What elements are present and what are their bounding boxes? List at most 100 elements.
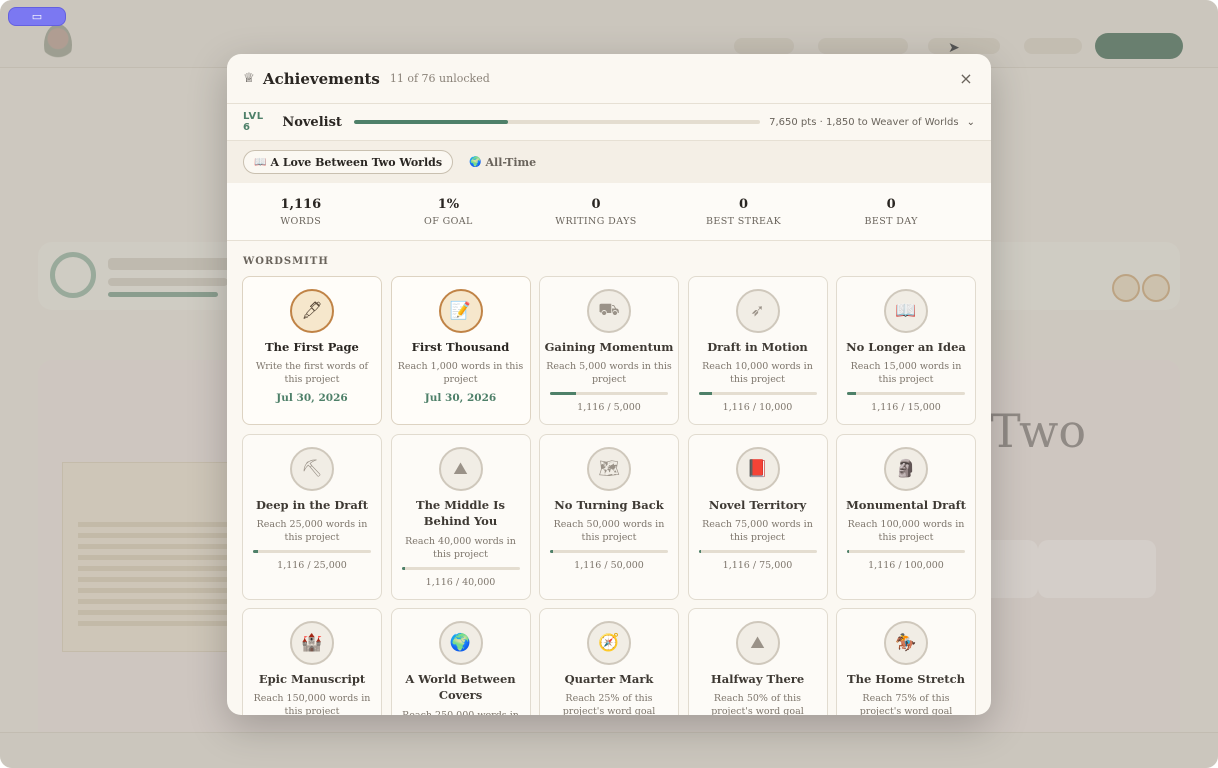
achievement-description: Reach 100,000 words in this project bbox=[847, 519, 965, 543]
achievement-progress-text: 1,116 / 10,000 bbox=[722, 402, 793, 413]
achievement-title: Halfway There bbox=[710, 672, 805, 686]
achievement-description: Reach 75,000 words in this project bbox=[702, 519, 813, 543]
achievement-card[interactable]: ⛏ Deep in the Draft Reach 25,000 words in … bbox=[242, 434, 382, 600]
achievement-description: Reach 75% of this project's word goal bbox=[859, 693, 953, 715]
achievement-title: The First Page bbox=[265, 340, 359, 354]
level-row[interactable]: LVL 6 Novelist 7,650 pts · 1,850 to Weav… bbox=[227, 104, 991, 141]
scope-alltime-button[interactable]: 🌍 All-Time bbox=[469, 156, 536, 169]
achievement-progress-fill bbox=[253, 550, 259, 553]
achievement-progress-fill bbox=[550, 392, 577, 395]
achievement-description: Reach 5,000 words in this project bbox=[546, 361, 672, 385]
achievement-progress-track bbox=[401, 567, 520, 570]
section-title: WORDSMITH bbox=[243, 256, 329, 267]
achievement-description: Reach 40,000 words in this project bbox=[405, 536, 516, 560]
achievement-badge-icon: ⛏ bbox=[290, 447, 334, 491]
achievement-title: Quarter Mark bbox=[564, 672, 654, 686]
chevron-down-icon[interactable]: ⌄ bbox=[967, 117, 975, 128]
achievement-progress-fill bbox=[847, 550, 850, 553]
achievement-badge-icon: 📝 bbox=[438, 289, 483, 333]
achievement-card[interactable]: 📖 No Longer an Idea Reach 15,000 words in … bbox=[836, 276, 976, 425]
achievement-card[interactable]: 📕 Novel Territory Reach 75,000 words in th… bbox=[687, 434, 828, 600]
achievement-badge-icon: ⛰ bbox=[438, 447, 483, 491]
achievement-description: Reach 10,000 words in this project bbox=[702, 361, 813, 385]
achievement-title: Gaining Momentum bbox=[544, 340, 674, 354]
achievement-badge-icon: 🧭 bbox=[587, 621, 631, 665]
close-icon[interactable]: × bbox=[957, 70, 975, 88]
achievement-progress-text: 1,116 / 50,000 bbox=[574, 560, 644, 571]
achievement-badge-icon: 📕 bbox=[735, 447, 780, 491]
achievement-title: First Thousand bbox=[411, 340, 510, 354]
achievement-description: Reach 50,000 words in this project bbox=[553, 519, 665, 543]
monitor-icon: ▭ bbox=[31, 10, 43, 23]
stat-label: OF GOAL bbox=[424, 215, 473, 227]
stat-best-day: 0 BEST DAY bbox=[817, 183, 965, 240]
achievement-card[interactable]: 🧭 Quarter Mark Reach 25% of this project's… bbox=[539, 608, 679, 715]
achievement-badge-icon: ⛰ bbox=[735, 621, 780, 665]
achievement-title: Novel Territory bbox=[708, 498, 807, 512]
achievement-card[interactable]: 🏰 Epic Manuscript Reach 150,000 words in t… bbox=[242, 608, 382, 715]
achievement-card[interactable]: 🏇 The Home Stretch Reach 75% of this proje… bbox=[836, 608, 976, 715]
stat-goal: 1% OF GOAL bbox=[375, 183, 523, 240]
achievement-card[interactable]: 🗿 Monumental Draft Reach 100,000 words in … bbox=[836, 434, 976, 600]
stat-best-streak: 0 BEST STREAK bbox=[670, 183, 818, 240]
stat-value: 0 bbox=[739, 196, 749, 212]
achievement-card[interactable]: 📝 First Thousand Reach 1,000 words in this… bbox=[390, 276, 531, 425]
achievement-description: Write the first words of this project bbox=[255, 361, 369, 385]
achievement-card[interactable]: ⛰ Halfway There Reach 50% of this project'… bbox=[687, 608, 828, 715]
achievement-progress-fill bbox=[550, 550, 553, 553]
stat-label: WRITING DAYS bbox=[555, 215, 637, 227]
globe-icon: 🌍 bbox=[469, 156, 482, 168]
achievement-progress-fill bbox=[698, 392, 712, 395]
achievement-badge-icon: ➶ bbox=[735, 289, 780, 333]
achievement-progress-fill bbox=[698, 550, 701, 553]
achievement-card[interactable]: 🌍 A World Between Covers Reach 250,000 wor… bbox=[390, 608, 531, 715]
achievement-card[interactable]: ⛰ The Middle Is Behind You Reach 40,000 wo… bbox=[390, 434, 531, 600]
achievements-modal: ♕ Achievements 11 of 76 unlocked × LVL 6… bbox=[227, 54, 991, 715]
achievement-title: No Turning Back bbox=[554, 498, 664, 512]
achievement-title: The Home Stretch bbox=[847, 672, 965, 686]
achievement-title: Monumental Draft bbox=[846, 498, 966, 512]
achievement-badge-icon: 🗺 bbox=[587, 447, 631, 491]
achievement-badge-icon: 🗿 bbox=[884, 447, 928, 491]
stat-label: BEST STREAK bbox=[706, 215, 782, 227]
scope-toggle: 📖 A Love Between Two Worlds 🌍 All-Time bbox=[227, 141, 991, 183]
achievement-progress-track bbox=[847, 392, 965, 395]
achievement-description: Reach 25% of this project's word goal bbox=[562, 693, 656, 715]
modal-header: ♕ Achievements 11 of 76 unlocked × bbox=[227, 54, 991, 104]
level-progress-track bbox=[353, 120, 761, 124]
achievement-progress-text: 1,116 / 75,000 bbox=[722, 560, 793, 571]
achievement-title: The Middle Is Behind You bbox=[416, 498, 505, 528]
scope-alltime-label: All-Time bbox=[485, 155, 537, 169]
achievement-title: No Longer an Idea bbox=[846, 340, 966, 354]
stat-writing-days: 0 WRITING DAYS bbox=[522, 183, 670, 240]
scope-project-button[interactable]: 📖 A Love Between Two Worlds bbox=[243, 150, 454, 174]
achievement-description: Reach 25,000 words in this project bbox=[256, 519, 368, 543]
remote-session-badge[interactable]: ▭ bbox=[8, 7, 66, 26]
stat-value: 0 bbox=[886, 196, 896, 212]
achievement-badge-icon: 📖 bbox=[884, 289, 928, 333]
achievement-badge-icon: 🌍 bbox=[438, 621, 483, 665]
stat-label: WORDS bbox=[280, 215, 322, 227]
achievement-card[interactable]: 🗺 No Turning Back Reach 50,000 words in th… bbox=[539, 434, 679, 600]
achievement-unlock-date: Jul 30, 2026 bbox=[424, 392, 497, 404]
level-points: 7,650 pts · 1,850 to Weaver of Worlds bbox=[769, 116, 959, 128]
achievement-progress-text: 1,116 / 25,000 bbox=[277, 560, 347, 571]
scope-project-label: A Love Between Two Worlds bbox=[270, 155, 443, 169]
achievement-progress-track bbox=[550, 550, 668, 553]
achievement-progress-fill bbox=[401, 567, 405, 570]
achievement-description: Reach 1,000 words in this project bbox=[397, 361, 524, 385]
achievement-progress-track bbox=[253, 550, 371, 553]
achievement-title: Deep in the Draft bbox=[255, 498, 369, 512]
level-progress-fill bbox=[353, 120, 509, 124]
stat-value: 1% bbox=[437, 196, 460, 212]
achievement-title: Draft in Motion bbox=[707, 340, 808, 354]
achievement-card[interactable]: ⛟ Gaining Momentum Reach 5,000 words in th… bbox=[539, 276, 679, 425]
achievement-progress-text: 1,116 / 100,000 bbox=[868, 560, 944, 571]
achievement-badge-icon: ⛟ bbox=[587, 289, 631, 333]
achievement-card[interactable]: 🖋 The First Page Write the first words of … bbox=[242, 276, 382, 425]
achievement-progress-text: 1,116 / 40,000 bbox=[425, 577, 496, 588]
stats-row: 1,116 WORDS 1% OF GOAL 0 WRITING DAYS 0 … bbox=[227, 183, 991, 241]
level-name: Novelist bbox=[282, 114, 342, 130]
achievement-badge-icon: 🏇 bbox=[884, 621, 928, 665]
achievement-card[interactable]: ➶ Draft in Motion Reach 10,000 words in th… bbox=[687, 276, 828, 425]
